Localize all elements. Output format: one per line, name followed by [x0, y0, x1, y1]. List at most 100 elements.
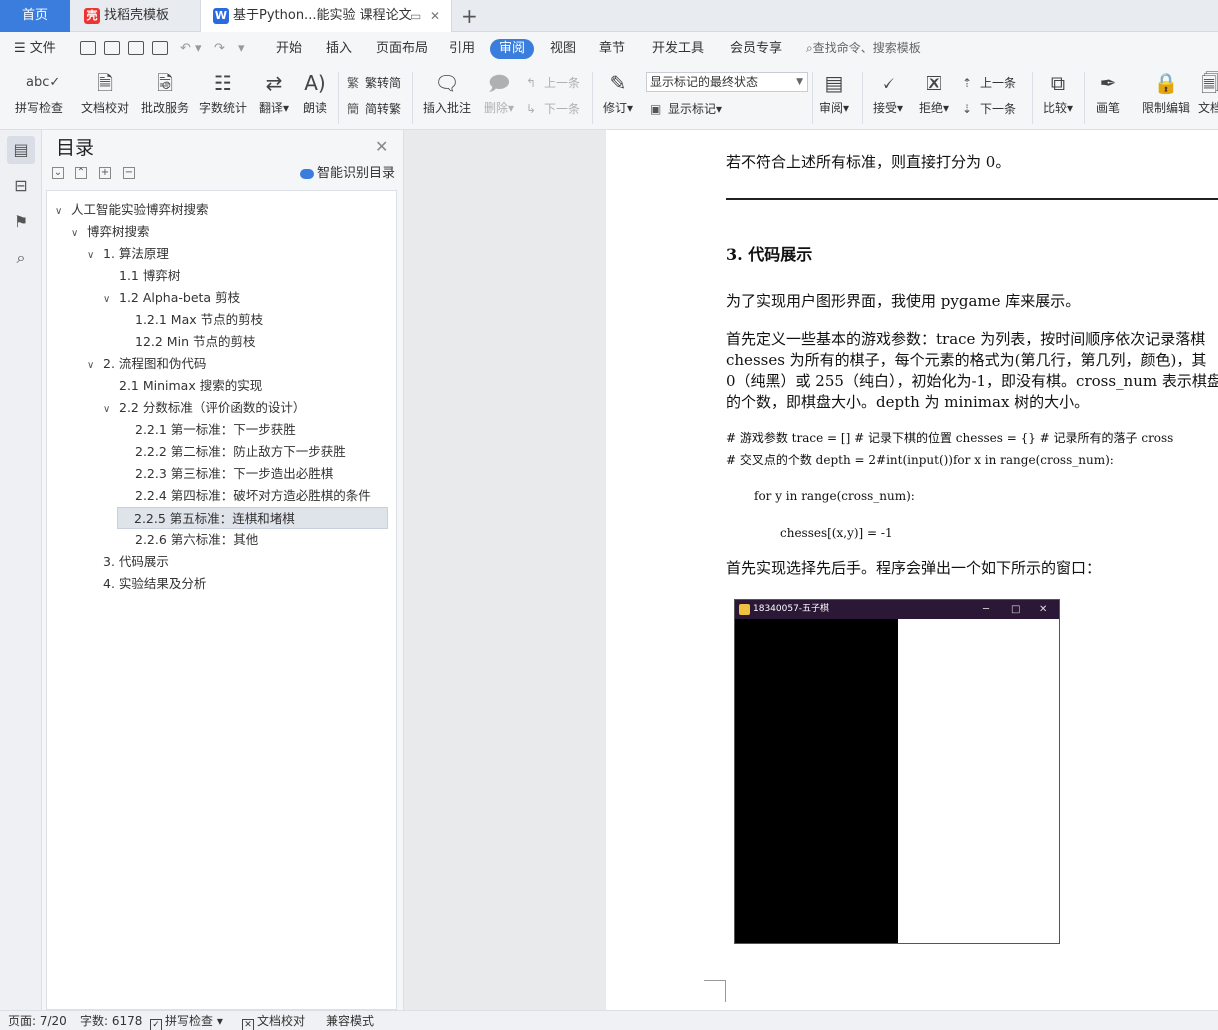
doc-rights-button[interactable]: 🗐 文档	[1198, 70, 1218, 116]
simp-to-trad-button[interactable]: 簡简转繁	[347, 101, 401, 117]
menu-insert[interactable]: 插入	[326, 40, 352, 57]
search-icon[interactable]: ⌕	[11, 248, 31, 268]
toc-item[interactable]: 2.2.2 第二标准：防止敌方下一步获胜	[119, 441, 346, 463]
menu-member[interactable]: 会员专享	[730, 40, 782, 57]
menu-bar: ☰ 文件 ↶ ▾ ↷ ▾ 开始 插入 页面布局 引用 审阅 视图 章节 开发工具…	[0, 32, 1218, 64]
toc-item[interactable]: 2.2.6 第六标准：其他	[119, 529, 258, 551]
trad-to-simp-button[interactable]: 繁繁转简	[347, 75, 401, 91]
close-tab-icon[interactable]: ✕	[430, 9, 440, 23]
toc-item-label: 1. 算法原理	[103, 246, 169, 261]
chevron-down-icon[interactable]: ∨	[103, 289, 119, 311]
toc-item[interactable]: ∨ 博弈树搜索	[71, 221, 150, 243]
pen-button[interactable]: ✒ 画笔	[1090, 70, 1126, 116]
command-search[interactable]: ⌕查找命令、搜索模板	[806, 40, 921, 57]
toc-item[interactable]: ∨ 1. 算法原理	[87, 243, 169, 265]
next-comment-label: 下一条	[544, 102, 581, 116]
new-tab-icon[interactable]: +	[461, 4, 478, 28]
embedded-window-screenshot[interactable]: 18340057-五子棋 ─ □ ✕	[734, 599, 1060, 944]
prev-change-button[interactable]: ⇡ 上一条	[962, 75, 1016, 91]
chevron-down-icon[interactable]: ∨	[103, 399, 119, 421]
bookmark-icon[interactable]: ⚑	[11, 212, 31, 232]
toc-item[interactable]: 2.2.1 第一标准：下一步获胜	[119, 419, 296, 441]
chevron-down-icon[interactable]: ∨	[71, 223, 87, 245]
translate-button[interactable]: ⇄ 翻译▾	[254, 70, 294, 116]
show-markup-button[interactable]: ▣ 显示标记▾	[650, 101, 722, 117]
accept-button[interactable]: 🗸 接受▾	[868, 70, 908, 116]
export-pdf-icon[interactable]	[104, 41, 120, 55]
tab-template-label: 找稻壳模板	[104, 8, 170, 23]
menu-start[interactable]: 开始	[276, 40, 302, 57]
insert-comment-button[interactable]: 🗨 插入批注	[420, 70, 474, 116]
doc-paragraph: 首先实现选择先后手。程序会弹出一个如下所示的窗口：	[726, 559, 1102, 577]
toc-item[interactable]: ∨ 2.2 分数标准（评价函数的设计）	[103, 397, 305, 419]
toc-item[interactable]: 1.2.1 Max 节点的剪枝	[119, 309, 263, 331]
close-icon[interactable]: ✕	[375, 138, 388, 156]
menu-chapter[interactable]: 章节	[599, 40, 625, 57]
toc-item[interactable]: 12.2 Min 节点的剪枝	[119, 331, 255, 353]
remove-heading-icon[interactable]: −	[123, 167, 135, 179]
toc-item[interactable]: 2.2.3 第三标准：下一步造出必胜棋	[119, 463, 333, 485]
daoke-icon: 壳	[84, 8, 100, 24]
save-icon[interactable]	[80, 41, 96, 55]
close-icon: ✕	[1039, 604, 1048, 615]
doc-paragraph: 为了实现用户图形界面，我使用 pygame 库来展示。	[726, 292, 1081, 310]
add-heading-icon[interactable]: +	[99, 167, 111, 179]
word-count-button[interactable]: ☷ 字数统计	[196, 70, 250, 116]
compare-button[interactable]: ⧉ 比较▾	[1038, 70, 1078, 116]
delete-comment-button[interactable]: 🗩 删除▾	[480, 70, 518, 116]
toc-item[interactable]: ∨ 2. 流程图和伪代码	[87, 353, 206, 375]
toc-item[interactable]: 1.1 博弈树	[103, 265, 180, 287]
read-aloud-button[interactable]: A) 朗读	[298, 70, 332, 116]
pin-icon[interactable]: ▭	[410, 9, 421, 23]
undo-icon[interactable]: ↶ ▾	[180, 40, 202, 57]
toc-item-label: 2.2.4 第四标准：破坏对方造必胜棋的条件	[135, 488, 371, 503]
chapter-nav-icon[interactable]: ⊟	[11, 176, 31, 196]
doc-proof-button[interactable]: 🗎 文档校对	[78, 70, 132, 116]
chevron-down-icon[interactable]: ∨	[55, 201, 71, 223]
word-count-indicator[interactable]: 字数: 6178	[80, 1014, 142, 1029]
reject-button[interactable]: 🗷 拒绝▾	[914, 70, 954, 116]
toc-item[interactable]: 4. 实验结果及分析	[87, 573, 206, 595]
compare-icon: ⧉	[1050, 71, 1066, 95]
toc-item[interactable]: 2.2.5 第五标准：连棋和堵棋	[117, 507, 388, 529]
more-icon[interactable]: ▾	[238, 40, 245, 57]
tab-template[interactable]: 壳 找稻壳模板	[72, 0, 198, 32]
toc-panel: 目录 ✕ ⌄ ⌃ + − 智能识别目录 ∨ 人工智能实验博弈树搜索 ∨ 博弈树搜索 ∨ 1…	[42, 130, 404, 1010]
expand-all-icon[interactable]: ⌃	[75, 167, 87, 179]
next-change-button[interactable]: ⇣ 下一条	[962, 101, 1016, 117]
toc-panel-icon[interactable]: ▤	[7, 136, 35, 164]
toc-item[interactable]: 2.2.4 第四标准：破坏对方造必胜棋的条件	[119, 485, 371, 507]
document-page[interactable]: 若不符合上述所有标准，则直接打分为 0。 3. 代码展示 为了实现用户图形界面，…	[606, 130, 1218, 1010]
print-preview-icon[interactable]	[152, 41, 168, 55]
next-comment-icon: ↳	[526, 102, 537, 116]
toc-item[interactable]: ∨ 人工智能实验博弈树搜索	[55, 199, 209, 221]
menu-references[interactable]: 引用	[449, 40, 475, 57]
restrict-edit-button[interactable]: 🔒 限制编辑	[1138, 70, 1194, 116]
menu-dev-tools[interactable]: 开发工具	[652, 40, 704, 57]
collapse-all-icon[interactable]: ⌄	[52, 167, 64, 179]
menu-page-layout[interactable]: 页面布局	[376, 40, 428, 57]
next-comment-button[interactable]: ↳ 下一条	[526, 101, 580, 117]
tab-home[interactable]: 首页	[0, 0, 70, 32]
smart-toc-button[interactable]: 智能识别目录	[300, 166, 395, 182]
markup-mode-select[interactable]: 显示标记的最终状态 ▼	[646, 72, 808, 92]
menu-view[interactable]: 视图	[550, 40, 576, 57]
redo-icon[interactable]: ↷	[214, 40, 225, 57]
toc-item[interactable]: 2.1 Minimax 搜索的实现	[103, 375, 262, 397]
toc-item[interactable]: ∨ 1.2 Alpha-beta 剪枝	[103, 287, 240, 309]
revise-service-button[interactable]: 🗟 批改服务	[138, 70, 192, 116]
review-pane-button[interactable]: ▤ 审阅▾	[816, 70, 852, 116]
chevron-down-icon[interactable]: ∨	[87, 245, 103, 267]
doc-proof-toggle[interactable]: ✕ 文档校对	[242, 1014, 305, 1030]
word-count-icon: ☷	[214, 71, 232, 95]
chevron-down-icon[interactable]: ∨	[87, 355, 103, 377]
menu-review[interactable]: 审阅	[490, 39, 534, 59]
track-changes-button[interactable]: ✎ 修订▾	[598, 70, 638, 116]
spell-check-button[interactable]: abc✓ 拼写检查	[8, 70, 70, 116]
prev-comment-button[interactable]: ↰ 上一条	[526, 75, 580, 91]
page-indicator[interactable]: 页面: 7/20	[8, 1014, 67, 1029]
toc-item[interactable]: 3. 代码展示	[87, 551, 169, 573]
spell-check-toggle[interactable]: ✓ 拼写检查 ▾	[150, 1014, 223, 1030]
file-menu[interactable]: ☰ 文件	[14, 40, 56, 57]
print-icon[interactable]	[128, 41, 144, 55]
